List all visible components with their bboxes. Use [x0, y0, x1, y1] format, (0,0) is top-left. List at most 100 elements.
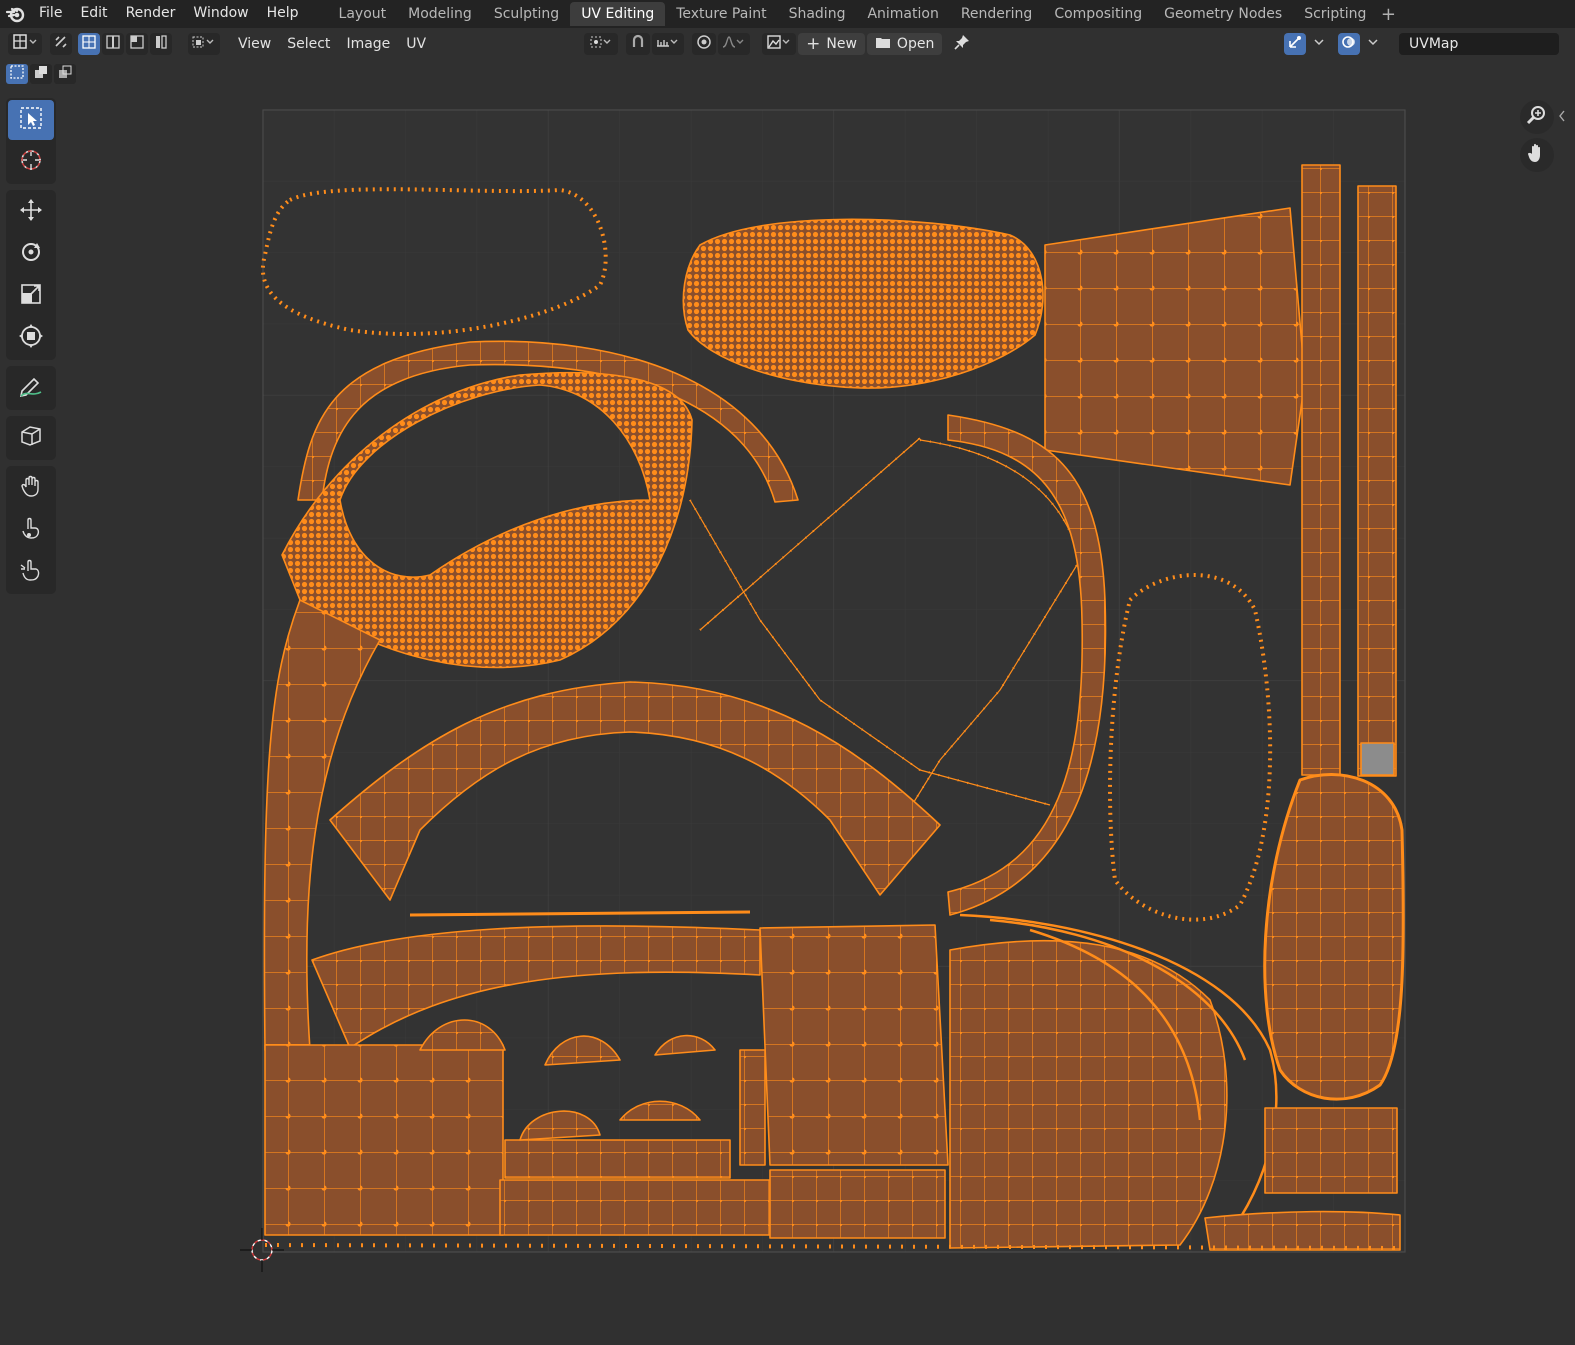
gizmo-toggle-button[interactable]: [1284, 33, 1306, 55]
select-tweak-icon: [18, 105, 44, 135]
tab-layout[interactable]: Layout: [328, 2, 398, 26]
tool-rip-region[interactable]: [8, 418, 54, 458]
tool-group-rip: [6, 416, 56, 460]
sidebar-toggle-arrow[interactable]: [1557, 108, 1567, 124]
uv-island-center-grid[interactable]: [759, 924, 949, 1166]
tool-move[interactable]: [8, 192, 54, 232]
tab-geometry-nodes[interactable]: Geometry Nodes: [1153, 2, 1293, 26]
uv-island-bottom-left-grid[interactable]: [264, 1044, 504, 1236]
open-image-button[interactable]: Open: [866, 33, 943, 55]
gizmo-dropdown-button[interactable]: [1308, 33, 1330, 55]
uv-island-small-strip-1[interactable]: [504, 1139, 731, 1179]
annotate-icon: [18, 373, 44, 403]
tab-rendering[interactable]: Rendering: [950, 2, 1044, 26]
tool-group-sculpt: [6, 466, 56, 594]
tab-animation[interactable]: Animation: [856, 2, 949, 26]
uvmap-selector[interactable]: UVMap: [1399, 33, 1559, 55]
uv-canvas[interactable]: [0, 60, 1575, 1341]
add-workspace-button[interactable]: +: [1377, 4, 1399, 25]
pinch-icon: [18, 557, 44, 587]
uv-island-right-pill[interactable]: [1263, 772, 1405, 1101]
menu-file[interactable]: File: [30, 0, 71, 28]
tool-grab[interactable]: [8, 468, 54, 508]
snap-icon: [630, 34, 646, 54]
cursor-icon: [18, 147, 44, 177]
editor-type-button[interactable]: [8, 33, 42, 55]
proportional-editing-icon: [696, 34, 712, 54]
uv-island-swirl[interactable]: [949, 939, 1228, 1249]
uv-selected-face[interactable]: [1360, 742, 1395, 776]
uv-select-mode-group: [78, 33, 172, 55]
tool-scale[interactable]: [8, 276, 54, 316]
vertex-select-icon: [81, 34, 97, 54]
tool-relax[interactable]: [8, 510, 54, 550]
tab-texture-paint[interactable]: Texture Paint: [665, 2, 777, 26]
face-select-button[interactable]: [126, 33, 148, 55]
new-image-button[interactable]: + New: [798, 33, 865, 55]
pivot-point-button[interactable]: [584, 33, 619, 55]
island-select-button[interactable]: [150, 33, 172, 55]
uv-island-small-strip-4[interactable]: [739, 1049, 766, 1166]
snap-toggle-button[interactable]: [626, 33, 651, 55]
face-select-icon: [129, 34, 145, 54]
new-image-label: New: [826, 36, 857, 52]
menu-select[interactable]: Select: [279, 36, 338, 52]
tool-pinch[interactable]: [8, 552, 54, 592]
grab-hand-icon: [18, 473, 44, 503]
uv-island-bottom-right-block[interactable]: [1264, 1107, 1398, 1194]
menu-view[interactable]: View: [230, 36, 279, 52]
uv-viewport[interactable]: [0, 60, 1575, 1341]
tab-scripting[interactable]: Scripting: [1293, 2, 1377, 26]
zoom-gizmo-button[interactable]: [1520, 100, 1554, 134]
uv-island-small-strip-2[interactable]: [499, 1179, 771, 1236]
move-icon: [18, 197, 44, 227]
rotate-icon: [18, 239, 44, 269]
menu-window[interactable]: Window: [184, 0, 257, 28]
tool-annotate[interactable]: [8, 368, 54, 408]
tool-rotate[interactable]: [8, 234, 54, 274]
menu-render[interactable]: Render: [117, 0, 185, 28]
blender-logo-icon[interactable]: [0, 0, 30, 28]
tab-uv-editing[interactable]: UV Editing: [570, 2, 666, 26]
image-browse-button[interactable]: [762, 33, 797, 55]
snap-increment-icon: [655, 34, 681, 54]
menu-image[interactable]: Image: [338, 36, 398, 52]
menu-help[interactable]: Help: [258, 0, 308, 28]
image-browse-icon: [766, 34, 792, 54]
pan-gizmo-button[interactable]: [1520, 138, 1554, 172]
pin-image-button[interactable]: [950, 33, 974, 55]
tab-modeling[interactable]: Modeling: [397, 2, 483, 26]
uv-island-top-right-grid[interactable]: [1044, 207, 1306, 486]
tab-compositing[interactable]: Compositing: [1043, 2, 1153, 26]
tab-shading[interactable]: Shading: [778, 2, 857, 26]
scale-icon: [18, 281, 44, 311]
chevron-down-icon: [1313, 36, 1325, 52]
menu-uv[interactable]: UV: [398, 36, 434, 52]
overlay-dropdown-button[interactable]: [1362, 33, 1384, 55]
uv-island-small-strip-3[interactable]: [769, 1169, 946, 1239]
proportional-falloff-button[interactable]: [718, 33, 751, 55]
uv-island-strip-1[interactable]: [1301, 164, 1341, 776]
uv-sync-selection-button[interactable]: [50, 33, 72, 55]
tool-cursor[interactable]: [8, 142, 54, 182]
uv-island-strip-2[interactable]: [1357, 185, 1397, 777]
uv-island-bottom-right-strip[interactable]: [1204, 1210, 1401, 1251]
open-image-label: Open: [896, 36, 935, 52]
gizmo-icon: [1287, 34, 1303, 54]
uv-editor-header: View Select Image UV + New Open UVMap: [0, 28, 1575, 60]
proportional-editing-button[interactable]: [692, 33, 717, 55]
sticky-selection-icon: [191, 34, 217, 54]
tool-tweak[interactable]: [8, 100, 54, 140]
overlay-toggle-button[interactable]: [1338, 33, 1360, 55]
menu-edit[interactable]: Edit: [71, 0, 116, 28]
relax-icon: [18, 515, 44, 545]
tab-sculpting[interactable]: Sculpting: [483, 2, 570, 26]
uv-island-top-dense[interactable]: [682, 218, 1044, 389]
tool-transform[interactable]: [8, 318, 54, 358]
vertex-select-button[interactable]: [78, 33, 100, 55]
snap-target-button[interactable]: [652, 33, 685, 55]
zoom-icon: [1526, 104, 1548, 130]
sticky-selection-button[interactable]: [188, 33, 220, 55]
edge-select-button[interactable]: [102, 33, 124, 55]
top-bar: File Edit Render Window Help Layout Mode…: [0, 0, 1575, 28]
